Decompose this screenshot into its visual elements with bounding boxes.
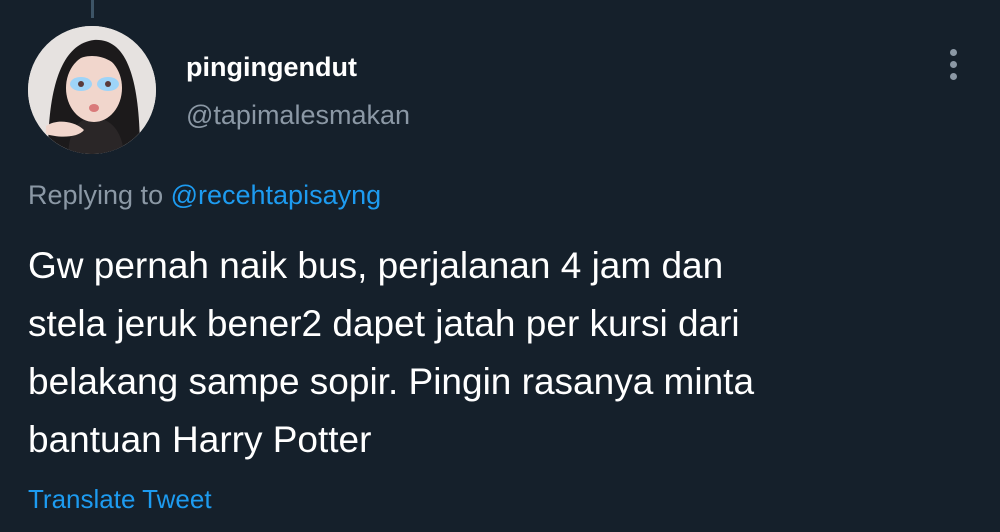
tweet-text-line: belakang sampe sopir. Pingin rasanya min… (28, 361, 755, 402)
thread-connector-line (91, 0, 94, 18)
profile-photo-icon (28, 26, 156, 154)
replying-to-label: Replying to (28, 180, 171, 210)
tweet-text-line: stela jeruk bener2 dapet jatah per kursi… (28, 303, 740, 344)
user-handle[interactable]: @tapimalesmakan (186, 100, 410, 131)
avatar[interactable] (28, 26, 156, 154)
tweet-text: Gw pernah naik bus, perjalanan 4 jam dan… (28, 237, 978, 469)
tweet-text-line: bantuan Harry Potter (28, 419, 372, 460)
replying-to-line: Replying to @recehtapisayng (28, 180, 381, 211)
more-vertical-icon (950, 49, 957, 56)
replying-to-mention-link[interactable]: @recehtapisayng (171, 180, 382, 210)
more-options-button[interactable] (934, 42, 974, 86)
tweet-text-line: Gw pernah naik bus, perjalanan 4 jam dan (28, 245, 724, 286)
more-vertical-icon (950, 73, 957, 80)
display-name[interactable]: pingingendut (186, 52, 357, 83)
translate-tweet-link[interactable]: Translate Tweet (28, 484, 212, 515)
more-vertical-icon (950, 61, 957, 68)
